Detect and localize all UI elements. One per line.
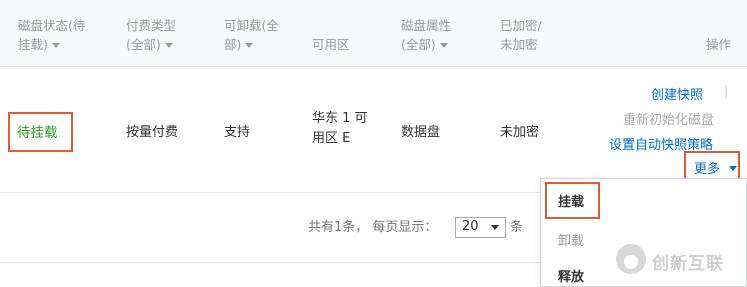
menu-item-attach[interactable]: 挂载: [558, 191, 584, 210]
create-snapshot-link[interactable]: 创建快照: [651, 84, 703, 103]
header-detachable[interactable]: 可卸载(全 部): [224, 16, 279, 54]
filter-caret-icon[interactable]: [51, 43, 60, 48]
more-button[interactable]: 更多: [694, 158, 720, 177]
page-size-select[interactable]: 20: [455, 217, 506, 238]
header-zone: 可用区: [312, 35, 350, 54]
detachable-cell: 支持: [224, 125, 251, 140]
watermark-logo: 创新互联: [616, 241, 747, 281]
header-encryption-line2: 未加密: [500, 37, 538, 52]
pagination-unit: 条: [510, 220, 524, 235]
billing-type-cell: 按量付费: [126, 125, 179, 140]
header-detachable-line1: 可卸载(全: [224, 18, 279, 33]
zone-line2: 用区 E: [312, 131, 351, 146]
header-billing-type-line1: 付费类型: [126, 18, 177, 33]
header-actions: 操作: [706, 35, 731, 54]
header-actions-label: 操作: [706, 37, 732, 52]
filter-caret-icon[interactable]: [439, 43, 448, 48]
header-encryption: 已加密/ 未加密: [500, 16, 542, 54]
header-detachable-line2: 部): [224, 37, 242, 52]
select-arrow-icon: [491, 225, 499, 230]
header-billing-type-line2: (全部): [126, 37, 161, 52]
table-header: 磁盘状态(待 挂载) 付费类型 (全部) 可卸载(全 部) 可用区 磁盘属性 (…: [0, 0, 747, 67]
action-separator: |: [724, 84, 729, 99]
header-disk-attribute-line2: (全部): [401, 37, 436, 52]
watermark-text: 创新互联: [652, 254, 724, 274]
header-disk-status[interactable]: 磁盘状态(待 挂载): [18, 16, 85, 54]
status-badge: 待挂载: [17, 125, 58, 141]
pagination-summary: 共有1条， 每页显示：: [308, 220, 438, 235]
table-row: 待挂载 按量付费 支持 华东 1 可 用区 E 数据盘 未加密 创建快照 | 重…: [0, 67, 747, 193]
header-disk-attribute-line1: 磁盘属性: [401, 18, 452, 33]
logo-icon: [616, 244, 646, 274]
zone-cell: 华东 1 可 用区 E: [312, 109, 368, 149]
header-disk-status-line2: 挂载): [18, 37, 48, 52]
filter-caret-icon[interactable]: [164, 43, 173, 48]
filter-caret-icon[interactable]: [245, 43, 254, 48]
header-encryption-line1: 已加密/: [500, 18, 542, 33]
menu-item-release[interactable]: 释放: [558, 266, 584, 285]
zone-line1: 华东 1 可: [312, 111, 368, 126]
header-disk-attribute[interactable]: 磁盘属性 (全部): [401, 16, 451, 54]
header-disk-status-line1: 磁盘状态(待: [18, 18, 86, 33]
page-size-value: 20: [462, 219, 479, 234]
header-billing-type[interactable]: 付费类型 (全部): [126, 16, 176, 54]
encryption-cell: 未加密: [500, 125, 540, 140]
menu-item-detach[interactable]: 卸载: [558, 230, 584, 249]
disk-attribute-cell: 数据盘: [401, 125, 441, 140]
header-zone-label: 可用区: [312, 37, 350, 52]
chevron-down-icon[interactable]: [729, 166, 737, 171]
reinit-disk-link[interactable]: 重新初始化磁盘: [623, 109, 714, 128]
